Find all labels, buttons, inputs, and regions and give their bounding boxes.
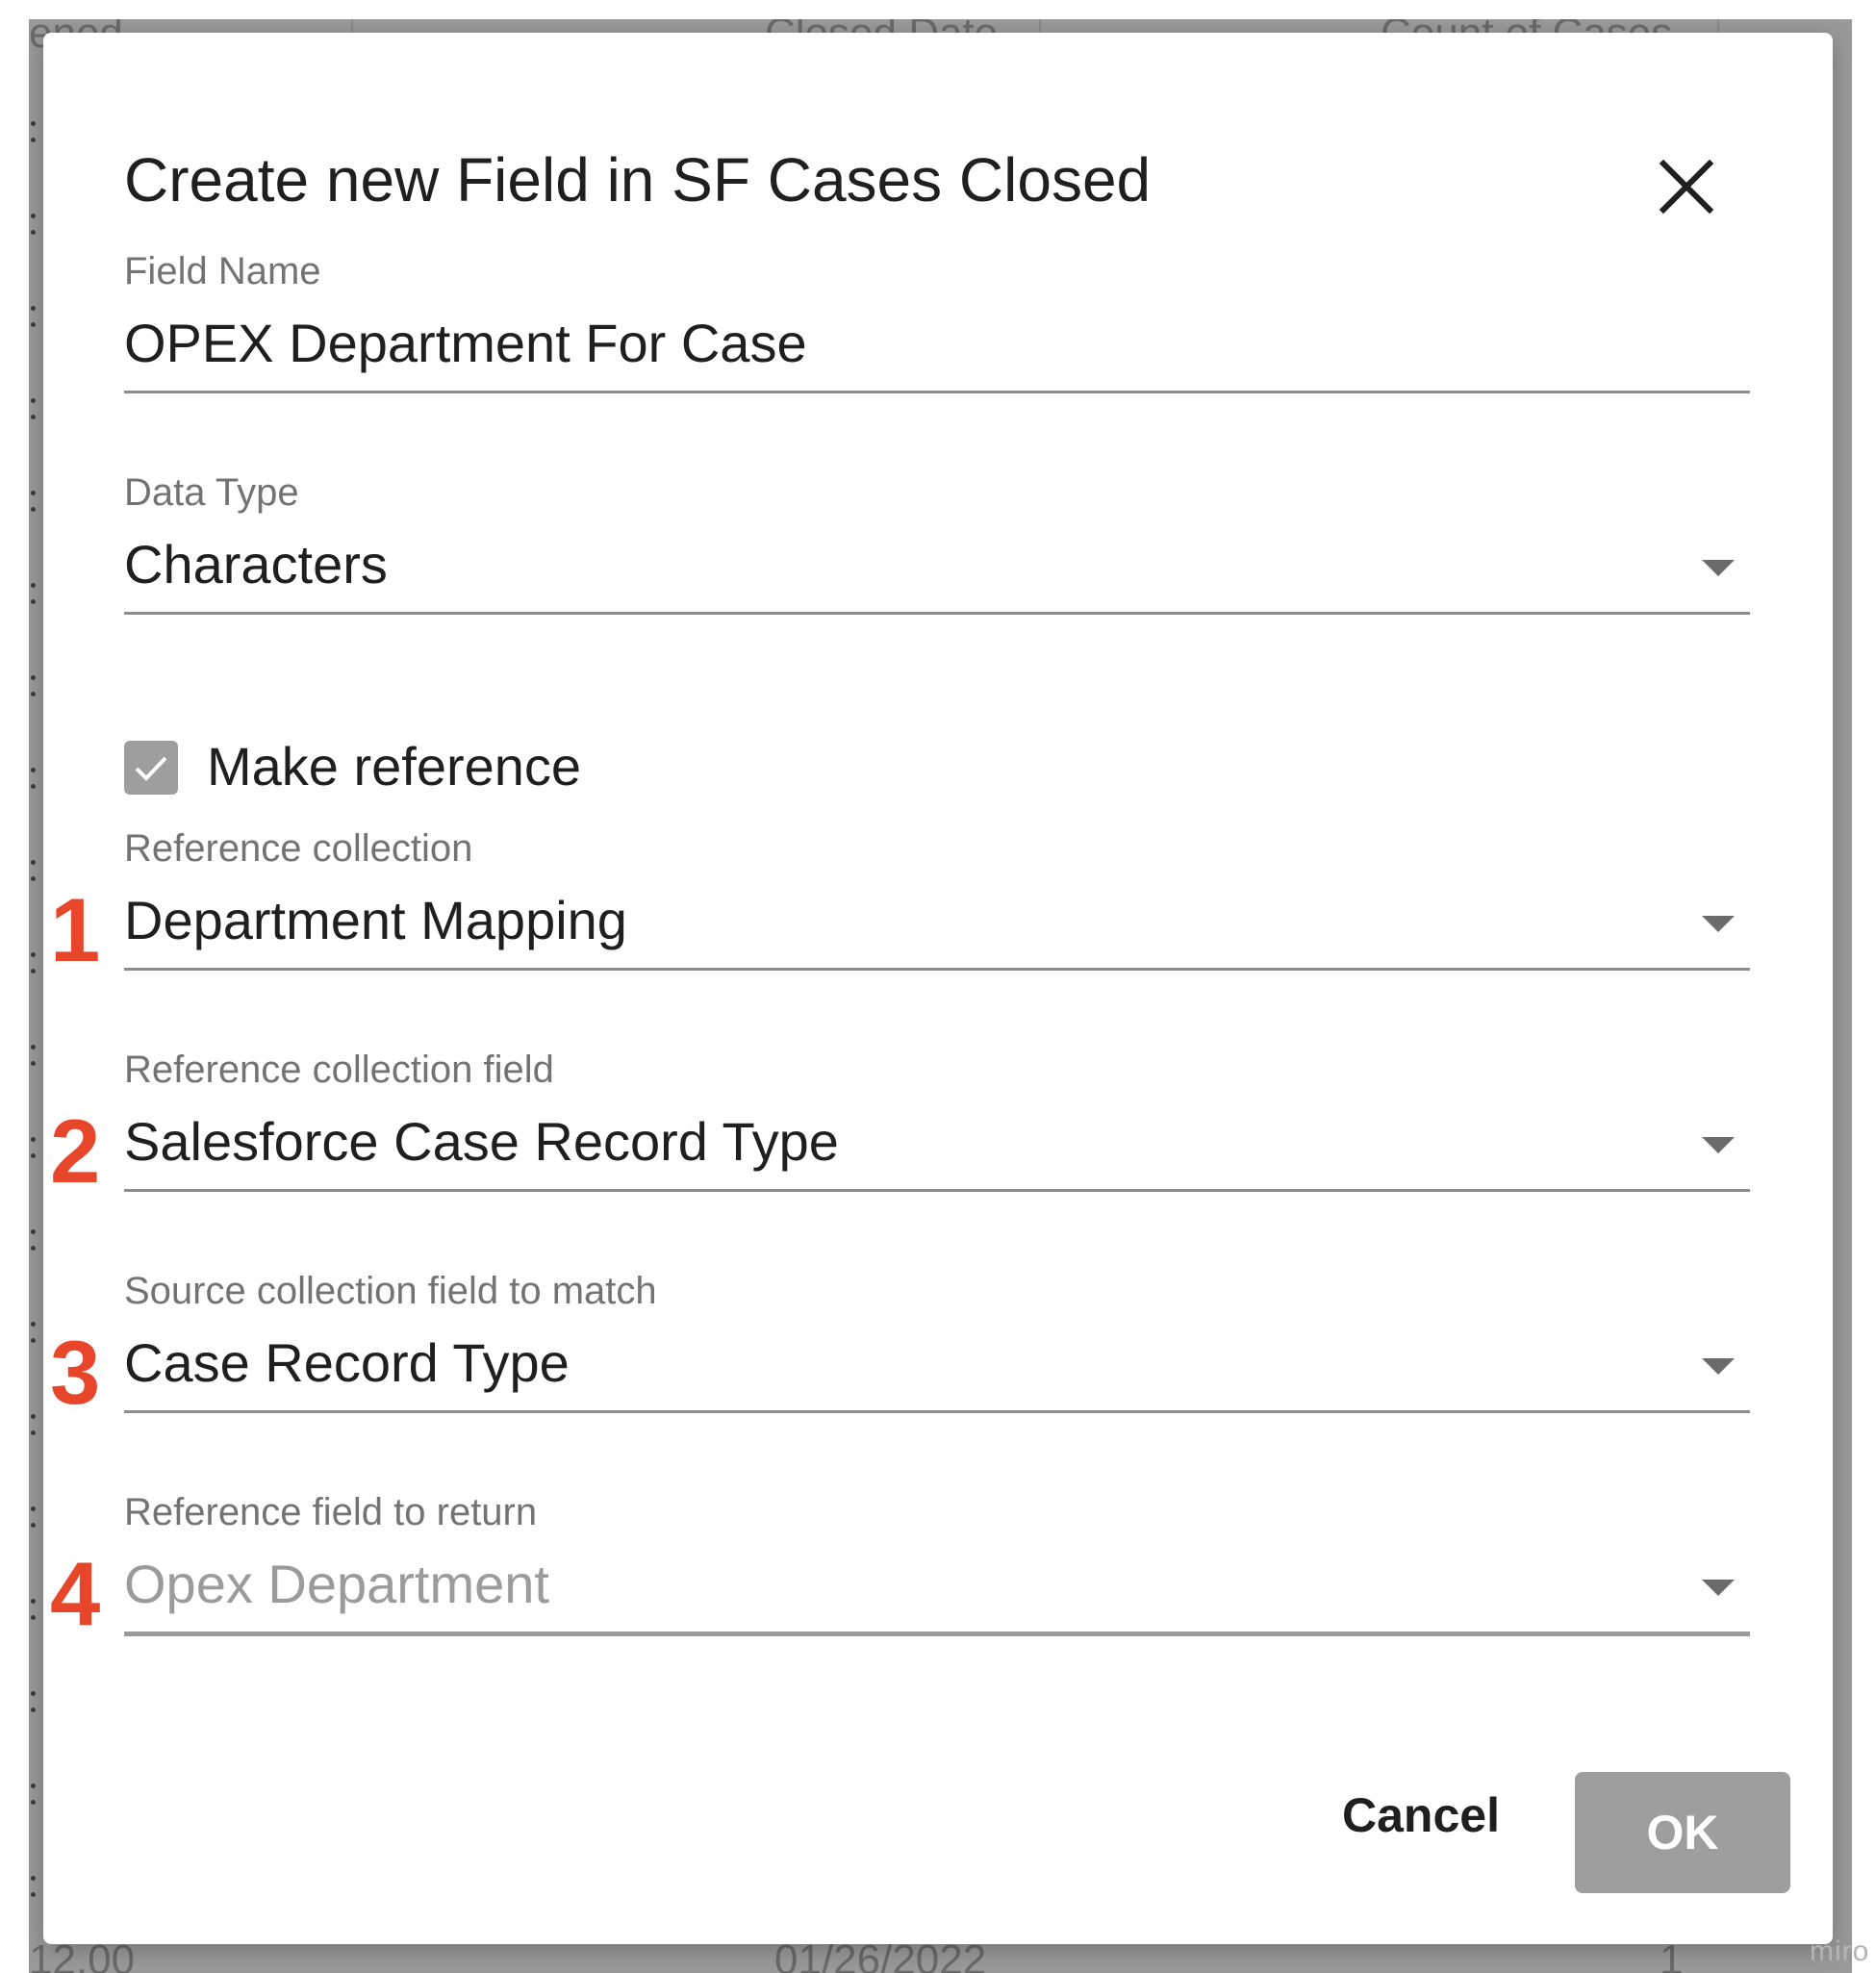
row-handle-icon [31, 583, 37, 604]
row-handle-icon [31, 860, 37, 881]
row-handle-icon [31, 952, 37, 974]
dialog-title: Create new Field in SF Cases Closed [124, 145, 1152, 215]
field-name-label: Field Name [124, 250, 321, 292]
row-handle-icon [31, 121, 37, 142]
chevron-down-icon[interactable] [1702, 1358, 1735, 1375]
chevron-down-icon[interactable] [1702, 1580, 1735, 1596]
checkmark-icon [135, 756, 167, 781]
make-reference-row[interactable]: Make reference [124, 735, 701, 797]
source-field-to-match-value: Case Record Type [124, 1332, 570, 1393]
create-field-dialog: Create new Field in SF Cases Closed Fiel… [43, 33, 1868, 1967]
row-handle-icon [31, 398, 37, 419]
row-handle-icon [31, 768, 37, 789]
miro-watermark: miro [1810, 1935, 1870, 1967]
row-handle-icon [31, 1783, 37, 1805]
field-underline [124, 1189, 1750, 1192]
chevron-down-icon[interactable] [1702, 560, 1735, 576]
reference-collection-field-value: Salesforce Case Record Type [124, 1111, 839, 1172]
row-handle-icon [31, 214, 37, 235]
step-marker-1: 1 [50, 879, 101, 980]
field-underline [124, 1410, 1750, 1413]
reference-collection-label: Reference collection [124, 827, 473, 870]
row-handle-icon [31, 1876, 37, 1897]
close-button[interactable] [1650, 150, 1727, 227]
field-underline [124, 1632, 1750, 1636]
row-handle-icon [31, 1506, 37, 1528]
field-underline [124, 968, 1750, 971]
field-underline [124, 391, 1750, 393]
reference-field-to-return-label: Reference field to return [124, 1491, 538, 1533]
row-handle-icon [31, 1229, 37, 1251]
row-handle-icon [31, 1414, 37, 1435]
row-handle-icon [31, 306, 37, 327]
row-handle-icon [31, 1045, 37, 1066]
ok-button[interactable]: OK [1575, 1772, 1790, 1893]
field-underline [124, 612, 1750, 615]
reference-collection-field-label: Reference collection field [124, 1049, 554, 1091]
step-marker-4: 4 [50, 1543, 101, 1644]
reference-collection-value: Department Mapping [124, 890, 627, 950]
row-handle-icon [31, 1691, 37, 1712]
data-type-label: Data Type [124, 471, 299, 514]
field-name-value: OPEX Department For Case [124, 313, 807, 373]
data-type-value: Characters [124, 534, 388, 594]
cancel-button[interactable]: Cancel [1325, 1772, 1517, 1859]
chevron-down-icon[interactable] [1702, 1137, 1735, 1153]
row-handle-icon [31, 675, 37, 696]
make-reference-label: Make reference [207, 736, 582, 797]
source-field-to-match-label: Source collection field to match [124, 1270, 657, 1312]
row-handle-icon [31, 491, 37, 512]
step-marker-2: 2 [50, 1100, 101, 1202]
row-handle-icon [31, 1137, 37, 1158]
row-handle-icon [31, 1599, 37, 1620]
reference-field-to-return-value: Opex Department [124, 1554, 549, 1614]
make-reference-checkbox[interactable] [124, 741, 178, 795]
close-icon [1659, 159, 1714, 215]
chevron-down-icon[interactable] [1702, 916, 1735, 932]
row-handle-icon [31, 1322, 37, 1343]
step-marker-3: 3 [50, 1322, 101, 1423]
